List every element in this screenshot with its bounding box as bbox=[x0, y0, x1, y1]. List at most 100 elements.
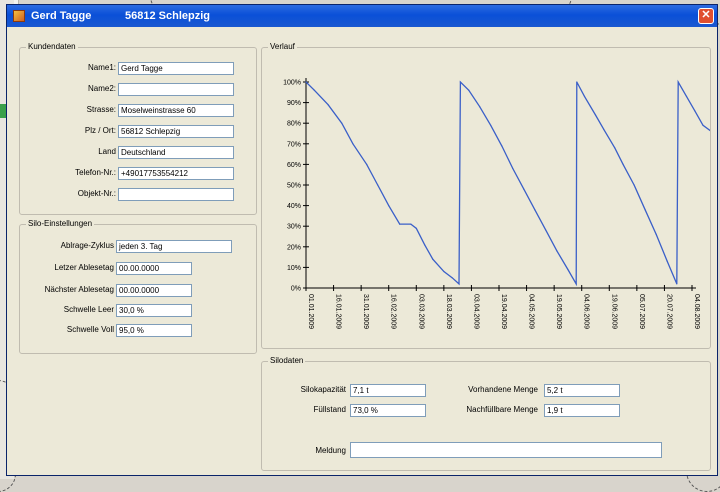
data-point bbox=[366, 163, 368, 165]
x-tick-label: 04.05.2009 bbox=[528, 294, 535, 329]
data-point bbox=[512, 167, 514, 170]
data-point bbox=[545, 229, 547, 231]
data-point bbox=[341, 122, 343, 124]
data-point bbox=[567, 268, 569, 271]
y-tick-label: 40% bbox=[287, 203, 301, 210]
data-point bbox=[556, 250, 558, 252]
x-tick-label: 04.06.2009 bbox=[583, 294, 590, 329]
name1-label: Name1: bbox=[87, 63, 116, 72]
x-tick-label: 18.03.2009 bbox=[445, 294, 452, 329]
data-point bbox=[685, 95, 688, 97]
meldung-label: Meldung bbox=[315, 446, 346, 455]
nachfuellbare-menge-label: Nachfüllbare Menge bbox=[466, 405, 538, 414]
fuellstand-label: Füllstand bbox=[313, 405, 346, 414]
data-point bbox=[424, 244, 426, 246]
meldung-field[interactable] bbox=[350, 442, 662, 458]
naechster-ablesetag-field[interactable]: 00.00.0000 bbox=[116, 284, 192, 297]
silo-einstellungen-group: Silo-Einstellungen Ablrage-Zyklus jeden … bbox=[19, 219, 257, 354]
x-tick-label: 01.01.2009 bbox=[307, 294, 314, 329]
name1-field[interactable]: Gerd Tagge bbox=[118, 62, 234, 75]
kundendaten-group: Kundendaten Name1: Gerd Tagge Name2: Str… bbox=[19, 42, 257, 215]
data-point bbox=[451, 277, 453, 279]
land-field[interactable]: Deutschland bbox=[118, 146, 234, 159]
window-title-name: Gerd Tagge bbox=[31, 10, 92, 22]
y-tick-label: 30% bbox=[287, 224, 301, 231]
x-tick-label: 03.04.2009 bbox=[472, 294, 479, 329]
y-tick-label: 90% bbox=[287, 100, 301, 107]
data-point bbox=[603, 128, 605, 130]
data-point bbox=[694, 110, 696, 112]
title-bar[interactable]: Gerd Tagge 56812 Schlepzig ✕ bbox=[7, 5, 717, 27]
objekt-nr-label: Objekt-Nr.: bbox=[77, 189, 116, 198]
ablage-zyklus-label: Ablrage-Zyklus bbox=[60, 241, 114, 250]
x-tick-label: 31.01.2009 bbox=[362, 294, 369, 329]
vorhandene-menge-label: Vorhandene Menge bbox=[468, 385, 538, 394]
objekt-nr-field[interactable] bbox=[118, 188, 234, 201]
data-point bbox=[583, 95, 586, 97]
data-point bbox=[458, 283, 460, 285]
data-point bbox=[644, 209, 646, 211]
data-point bbox=[534, 209, 536, 211]
x-tick-label: 19.04.2009 bbox=[500, 294, 507, 329]
main-window: Gerd Tagge 56812 Schlepzig ✕ Kundendaten… bbox=[6, 4, 718, 476]
letzter-ablesetag-label: Letzer Ablesetag bbox=[54, 263, 114, 272]
y-tick-label: 0% bbox=[291, 286, 301, 293]
name2-field[interactable] bbox=[118, 83, 234, 96]
data-point bbox=[614, 147, 616, 149]
y-tick-label: 70% bbox=[287, 141, 301, 148]
telefon-label: Telefon-Nr.: bbox=[75, 168, 116, 177]
close-icon[interactable]: ✕ bbox=[698, 8, 714, 24]
window-title-place: 56812 Schlepzig bbox=[125, 10, 210, 22]
fuellstand-field[interactable]: 73,0 % bbox=[350, 404, 426, 417]
x-tick-label: 03.03.2009 bbox=[417, 294, 424, 329]
nachfuellbare-menge-field[interactable]: 1,9 t bbox=[544, 404, 620, 417]
data-point bbox=[410, 223, 412, 225]
telefon-field[interactable]: +49017753554212 bbox=[118, 167, 234, 180]
y-tick-label: 60% bbox=[287, 162, 301, 169]
data-point bbox=[501, 145, 503, 147]
data-point bbox=[676, 283, 678, 285]
data-point bbox=[523, 188, 525, 190]
silo-einstellungen-title: Silo-Einstellungen bbox=[26, 219, 95, 228]
strasse-label: Strasse: bbox=[86, 105, 116, 114]
vorhandene-menge-field[interactable]: 5,2 t bbox=[544, 384, 620, 397]
ablage-zyklus-field[interactable]: jeden 3. Tag bbox=[116, 240, 232, 253]
data-point bbox=[432, 258, 434, 260]
plz-ort-field[interactable]: 56812 Schlepzig bbox=[118, 125, 234, 138]
schwelle-voll-label: Schwelle Voll bbox=[66, 325, 114, 334]
data-point bbox=[443, 270, 445, 273]
name2-label: Name2: bbox=[87, 84, 116, 93]
land-label: Land bbox=[98, 147, 116, 156]
data-point bbox=[702, 124, 704, 126]
silodaten-title: Silodaten bbox=[268, 356, 306, 365]
data-point bbox=[415, 227, 417, 229]
data-point bbox=[666, 260, 668, 262]
data-point bbox=[655, 233, 657, 235]
schwelle-leer-label: Schwelle Leer bbox=[63, 305, 114, 314]
plz-ort-label: Plz / Ort: bbox=[84, 126, 116, 135]
y-tick-label: 20% bbox=[287, 244, 301, 251]
x-tick-label: 05.07.2009 bbox=[638, 294, 645, 329]
letzter-ablesetag-field[interactable]: 00.00.0000 bbox=[116, 262, 192, 275]
naechster-ablesetag-label: Nächster Ablesetag bbox=[44, 285, 114, 294]
silokapazitaet-label: Silokapazität bbox=[300, 385, 346, 394]
y-tick-label: 80% bbox=[287, 121, 301, 128]
data-point bbox=[313, 89, 315, 91]
x-tick-label: 19.06.2009 bbox=[610, 294, 617, 329]
schwelle-leer-field[interactable]: 30,0 % bbox=[116, 304, 192, 317]
strasse-field[interactable]: Moselweinstrasse 60 bbox=[118, 104, 234, 117]
app-icon bbox=[13, 10, 25, 22]
data-point bbox=[327, 104, 329, 106]
x-tick-label: 16.02.2009 bbox=[390, 294, 397, 329]
data-point bbox=[575, 283, 577, 285]
data-point bbox=[490, 124, 492, 126]
silokapazitaet-field[interactable]: 7,1 t bbox=[350, 384, 426, 397]
x-tick-label: 16.01.2009 bbox=[335, 294, 342, 329]
x-tick-label: 04.08.2009 bbox=[693, 294, 700, 329]
schwelle-voll-field[interactable]: 95,0 % bbox=[116, 324, 192, 337]
data-point bbox=[622, 163, 624, 165]
data-point bbox=[352, 143, 354, 145]
series-line-0 bbox=[305, 79, 710, 287]
x-tick-label: 19.05.2009 bbox=[555, 294, 562, 329]
data-point bbox=[677, 81, 679, 83]
